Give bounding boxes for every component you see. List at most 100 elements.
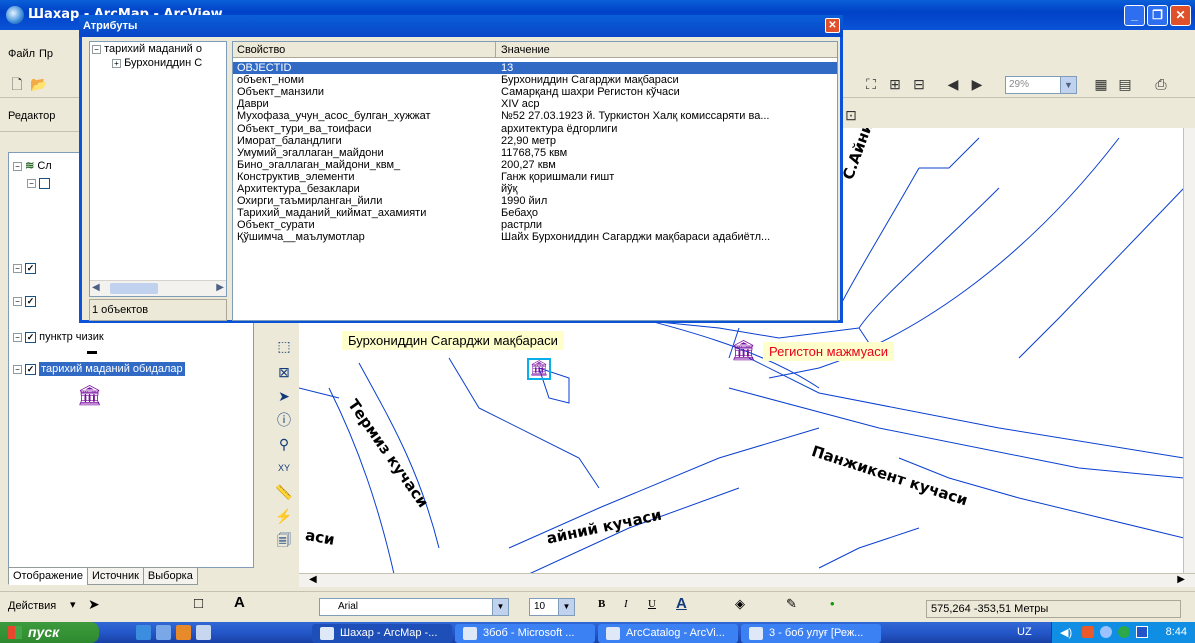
back-extent-icon[interactable]: ◀ [942, 73, 964, 95]
fixed-zoom-in-icon[interactable]: ⊞ [884, 73, 906, 95]
underline-icon[interactable]: U [648, 598, 656, 610]
marker-color-icon[interactable]: • [830, 596, 835, 611]
collapse-icon[interactable]: − [13, 364, 22, 374]
tree-layer[interactable]: − тарихий маданий о [92, 43, 202, 55]
attribute-row[interactable]: Объект_сурати растрли [233, 219, 837, 231]
select-features-icon[interactable]: ⬚ [273, 335, 295, 357]
text-icon[interactable]: A [234, 594, 245, 611]
toc-layer-line[interactable]: − ✓ пунктр чизик [13, 331, 104, 349]
volume-icon[interactable]: ◀) [1060, 626, 1072, 639]
layer-checkbox[interactable]: ✓ [25, 262, 37, 274]
tab-selection[interactable]: Выборка [142, 567, 198, 585]
tab-display[interactable]: Отображение [8, 567, 88, 585]
scroll-left-icon[interactable]: ◀ [92, 282, 100, 293]
collapse-icon[interactable]: − [13, 332, 22, 342]
collapse-icon[interactable]: − [13, 161, 22, 171]
collapse-icon[interactable]: − [13, 296, 22, 306]
full-extent-icon[interactable]: ⛶ [860, 73, 882, 95]
scroll-right-icon[interactable]: ▶ [1177, 574, 1185, 585]
bold-icon[interactable]: B [598, 598, 605, 610]
column-property[interactable]: Свойство [237, 44, 285, 56]
html-popup-icon[interactable]: 🗐 [273, 529, 295, 551]
go-to-xy-icon[interactable]: XY [273, 457, 295, 479]
vertical-scrollbar[interactable] [1183, 128, 1195, 574]
menu-file[interactable]: Файл [8, 48, 35, 60]
browser-icon[interactable] [136, 625, 151, 640]
scroll-right-icon[interactable]: ▶ [216, 282, 224, 293]
maximize-button[interactable]: ❐ [1147, 5, 1168, 26]
toc-layer-3[interactable]: − ✓ [13, 295, 37, 313]
start-button[interactable]: пуск [0, 622, 99, 643]
font-size-select[interactable]: 10 ▼ [529, 598, 575, 616]
network-icon[interactable] [1100, 626, 1112, 638]
attribute-row[interactable]: Қўшимча__маълумотлар Шайх Бурхониддин Саг… [233, 231, 837, 243]
media-player-icon[interactable] [176, 625, 191, 640]
keyboard-icon[interactable] [1136, 626, 1148, 638]
toc-layer-2[interactable]: − ✓ [13, 262, 37, 280]
menu-edit[interactable]: Пр [39, 48, 53, 60]
open-folder-icon[interactable]: 📂 [28, 73, 50, 95]
quicklaunch-icon[interactable] [196, 625, 211, 640]
layer-checkbox[interactable]: ✓ [25, 295, 37, 307]
security-icon[interactable] [1118, 626, 1130, 638]
attribute-row[interactable]: Иморат_баландлиги 22,90 метр [233, 135, 837, 147]
minimize-button[interactable]: _ [1124, 5, 1145, 26]
tree-scrollbar[interactable]: ◀ ▶ [90, 280, 226, 296]
measure-icon[interactable]: 📏 [273, 481, 295, 503]
collapse-icon[interactable]: − [92, 44, 101, 54]
attribute-row[interactable]: Мухофаза_учун_асос_булган_хужжат №52 27.0… [233, 110, 837, 122]
collapse-icon[interactable]: − [27, 178, 36, 188]
close-icon[interactable]: ✕ [825, 18, 840, 33]
attribute-row[interactable]: Архитектура_безаклари йўқ [233, 183, 837, 195]
attribute-row[interactable]: объект_номи Бурхониддин Сагарджи мақбарас… [233, 74, 837, 86]
toc-root[interactable]: − ≋ Сл [13, 159, 52, 177]
tree-feature[interactable]: + Бурхониддин С [112, 57, 202, 69]
font-color-icon[interactable]: A [676, 595, 687, 612]
hyperlink-icon[interactable]: ⚡ [273, 505, 295, 527]
fill-color-icon[interactable]: ◈ [735, 596, 745, 612]
attribute-row[interactable]: Тарихий_маданий_киймат_ахамияти Бебаҳо [233, 207, 837, 219]
toc-layer-unchecked[interactable]: − [27, 177, 51, 195]
layer-checkbox[interactable] [39, 177, 51, 189]
find-icon[interactable]: ⚲ [273, 433, 295, 455]
scroll-thumb[interactable] [110, 283, 158, 294]
show-desktop-icon[interactable] [156, 625, 171, 640]
clear-selection-icon[interactable]: ⊠ [273, 361, 295, 383]
data-view-icon[interactable]: ▤ [1114, 73, 1136, 95]
layout-view-icon[interactable]: ▦ [1090, 73, 1112, 95]
attribute-row[interactable]: Охирги_таъмирланган_йили 1990 йил [233, 195, 837, 207]
scroll-left-icon[interactable]: ◀ [309, 574, 317, 585]
task-word-2[interactable]: 3 - боб улуғ [Реж... [741, 624, 881, 643]
collapse-icon[interactable]: − [13, 263, 22, 273]
language-indicator[interactable]: UZ [1017, 626, 1032, 638]
rectangle-icon[interactable]: □ [194, 595, 203, 612]
layer-checkbox[interactable]: ✓ [25, 331, 37, 343]
close-button[interactable]: ✕ [1170, 5, 1191, 26]
column-value[interactable]: Значение [501, 44, 550, 56]
tray-app-icon[interactable] [1082, 626, 1094, 638]
attribute-row[interactable]: Объект_тури_ва_тоифаси архитектура ёдгорл… [233, 123, 837, 135]
tab-source[interactable]: Источник [86, 567, 144, 585]
editor-menu[interactable]: Редактор [8, 110, 55, 122]
italic-icon[interactable]: I [624, 598, 628, 610]
attribute-row[interactable]: Объект_манзили Самарқанд шахри Регистон к… [233, 86, 837, 98]
fixed-zoom-out-icon[interactable]: ⊟ [908, 73, 930, 95]
select-arrow-icon[interactable]: ➤ [88, 596, 100, 613]
select-elements-icon[interactable]: ➤ [273, 385, 295, 407]
zoom-select[interactable]: 29% ▼ [1005, 76, 1077, 94]
attribute-row[interactable]: Даври XIV аср [233, 98, 837, 110]
new-document-icon[interactable]: 🗋 [6, 73, 28, 95]
horizontal-scrollbar[interactable]: ◀ ▶ [299, 573, 1195, 587]
toc-layer-monuments[interactable]: − ✓ тарихий маданий обидалар [13, 362, 185, 381]
attribute-row[interactable]: Конструктив_элементи Ганж қоришмали ғишт [233, 171, 837, 183]
font-select[interactable]: Arial ▼ [319, 598, 509, 616]
monument-icon[interactable]: 🏛 [527, 358, 551, 380]
layer-checkbox[interactable]: ✓ [25, 363, 37, 375]
identify-results-icon[interactable]: ⎙ [1150, 73, 1172, 95]
edit-tool-icon[interactable]: ⊡ [840, 104, 862, 126]
forward-extent-icon[interactable]: ▶ [966, 73, 988, 95]
task-word[interactable]: 3боб - Microsoft ... [455, 624, 595, 643]
attribute-row[interactable]: OBJECTID 13 [233, 62, 837, 75]
task-arcmap[interactable]: Шахар - ArcMap -... [312, 624, 452, 643]
line-color-icon[interactable]: ✎ [786, 596, 797, 612]
